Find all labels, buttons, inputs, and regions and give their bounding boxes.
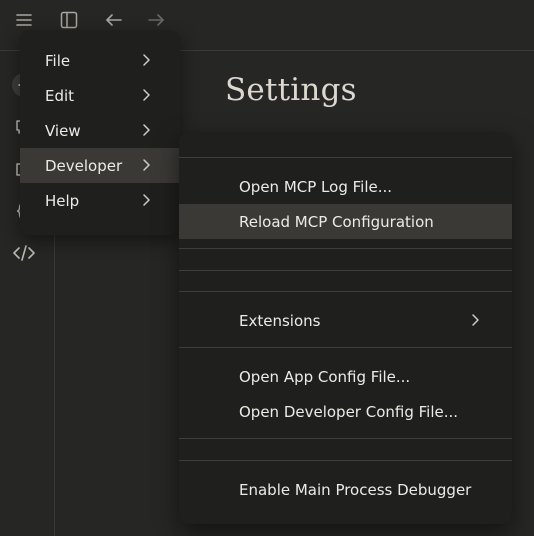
app-menu: File Edit View Developer Help — [20, 30, 180, 235]
menu-separator — [179, 270, 512, 271]
menu-item-edit[interactable]: Edit — [20, 78, 180, 113]
menu-item-view[interactable]: View — [20, 113, 180, 148]
extensions-item[interactable]: Extensions — [179, 303, 512, 338]
reload-mcp-configuration-item[interactable]: Reload MCP Configuration — [179, 204, 512, 239]
chevron-right-icon — [143, 194, 150, 206]
open-developer-config-file-item[interactable]: Open Developer Config File... — [179, 394, 512, 429]
menu-item-label: Help — [45, 191, 80, 210]
code-icon[interactable] — [10, 239, 38, 267]
menu-separator — [179, 157, 512, 158]
menu-item-file[interactable]: File — [20, 43, 180, 78]
chevron-right-icon — [143, 159, 150, 171]
menu-item-label: Open MCP Log File... — [239, 177, 393, 196]
menu-separator — [179, 438, 512, 439]
menu-item-developer[interactable]: Developer — [20, 148, 180, 183]
menu-separator — [179, 248, 512, 249]
enable-main-process-debugger-item[interactable]: Enable Main Process Debugger — [179, 472, 512, 507]
menu-item-help[interactable]: Help — [20, 183, 180, 218]
chevron-right-icon — [143, 89, 150, 101]
menu-item-label: File — [45, 51, 71, 70]
menu-item-label: Extensions — [239, 311, 321, 330]
open-mcp-log-file-item[interactable]: Open MCP Log File... — [179, 169, 512, 204]
menu-item-label: Open App Config File... — [239, 367, 411, 386]
menu-item-label: Reload MCP Configuration — [239, 212, 434, 231]
developer-submenu: Open MCP Log File... Reload MCP Configur… — [179, 132, 512, 524]
chevron-right-icon — [143, 54, 150, 66]
open-app-config-file-item[interactable]: Open App Config File... — [179, 359, 512, 394]
menu-item-label: View — [45, 121, 81, 140]
menu-item-label: Enable Main Process Debugger — [239, 480, 472, 499]
menu-item-label: Edit — [45, 86, 75, 105]
menu-separator — [179, 460, 512, 461]
menu-item-label: Developer — [45, 156, 123, 175]
menu-item-label: Open Developer Config File... — [239, 402, 459, 421]
menu-separator — [179, 291, 512, 292]
page-title: Settings — [225, 72, 357, 108]
chevron-right-icon — [472, 314, 479, 326]
chevron-right-icon — [143, 124, 150, 136]
menu-separator — [179, 347, 512, 348]
